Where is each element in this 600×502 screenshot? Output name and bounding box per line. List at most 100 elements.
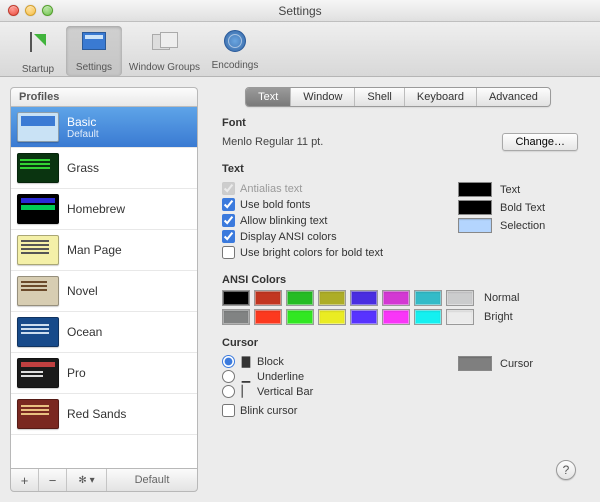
ansi-swatch[interactable] [286,309,314,325]
ansi-swatch[interactable] [382,309,410,325]
cursor-vbar-row[interactable]: ▏ Vertical Bar [222,385,428,398]
ansi-swatch[interactable] [222,309,250,325]
ansi-swatch[interactable] [254,290,282,306]
profile-name: Ocean [67,325,102,339]
profile-name: Basic [67,115,99,129]
ansi-row-label: Bright [484,311,513,323]
ansi-swatch[interactable] [414,290,442,306]
cursor-vbar-label: Vertical Bar [257,386,313,398]
toolbar-label: Encodings [207,60,263,71]
cursor-color-label: Cursor [500,358,533,370]
profile-name: Homebrew [67,202,125,216]
cursor-section: Cursor ▇ Block ▁ Underline ▏ [206,337,590,420]
profile-row[interactable]: Grass [11,148,197,189]
toolbar-item-startup[interactable]: Startup [10,26,66,76]
selection-color-swatch[interactable] [458,218,492,233]
text-heading: Text [222,163,578,175]
cursor-vbar-radio[interactable] [222,385,235,398]
change-font-button[interactable]: Change… [502,133,578,151]
font-heading: Font [222,117,578,129]
ansi-swatch[interactable] [446,309,474,325]
cursor-block-label: Block [257,356,284,368]
tab-bar: TextWindowShellKeyboardAdvanced [206,87,590,107]
default-label[interactable]: Default [107,469,197,491]
bold-text-color-label: Bold Text [500,202,545,214]
profile-row[interactable]: Red Sands [11,394,197,435]
ansi-swatch[interactable] [222,290,250,306]
window-groups-icon [152,32,178,50]
font-section: Font Menlo Regular 11 pt. Change… [206,117,590,151]
ansi-swatch[interactable] [382,290,410,306]
cursor-block-radio[interactable] [222,355,235,368]
blink-cursor-checkbox[interactable] [222,404,235,417]
cursor-block-row[interactable]: ▇ Block [222,355,428,368]
bold-fonts-checkbox-row[interactable]: Use bold fonts [222,198,428,211]
ansi-bright-row: Bright [222,309,578,325]
profile-subtitle: Default [67,129,99,140]
bold-fonts-checkbox[interactable] [222,198,235,211]
ansi-swatch[interactable] [318,290,346,306]
gear-menu-button[interactable]: ✻ ▾ [67,469,107,491]
remove-profile-button[interactable]: − [39,469,67,491]
bright-bold-checkbox[interactable] [222,246,235,259]
sidebar-footer: + − ✻ ▾ Default [10,468,198,492]
ansi-swatch[interactable] [446,290,474,306]
flag-icon [30,34,46,46]
profile-row[interactable]: Man Page [11,230,197,271]
profiles-list[interactable]: BasicDefaultGrassHomebrewMan PageNovelOc… [10,107,198,468]
cursor-color-swatch[interactable] [458,356,492,371]
profile-thumbnail [17,153,59,183]
help-button[interactable]: ? [556,460,576,480]
profile-row[interactable]: Novel [11,271,197,312]
ansi-swatch[interactable] [318,309,346,325]
ansi-swatch[interactable] [350,290,378,306]
selection-color-label: Selection [500,220,545,232]
toolbar-item-settings[interactable]: Settings [66,26,122,76]
profile-name: Man Page [67,243,122,257]
blinking-checkbox[interactable] [222,214,235,227]
bold-text-color-swatch[interactable] [458,200,492,215]
ansi-swatch[interactable] [350,309,378,325]
tab-keyboard[interactable]: Keyboard [405,88,477,106]
settings-content: TextWindowShellKeyboardAdvanced Font Men… [206,87,590,492]
blink-cursor-row[interactable]: Blink cursor [222,404,428,417]
toolbar-item-window-groups[interactable]: Window Groups [122,26,207,76]
toolbar-label: Window Groups [122,62,207,73]
ansi-colors-heading: ANSI Colors [222,274,578,286]
text-color-swatch[interactable] [458,182,492,197]
blinking-checkbox-row[interactable]: Allow blinking text [222,214,428,227]
profile-thumbnail [17,194,59,224]
block-glyph: ▇ [241,355,251,368]
blink-cursor-label: Blink cursor [240,405,297,417]
text-color-label: Text [500,184,520,196]
profile-name: Pro [67,366,86,380]
cursor-underline-row[interactable]: ▁ Underline [222,370,428,383]
profile-name: Novel [67,284,98,298]
toolbar: Startup Settings Window Groups Encodings [0,22,600,77]
profile-row[interactable]: Ocean [11,312,197,353]
ansi-swatch[interactable] [414,309,442,325]
ansi-swatch[interactable] [286,290,314,306]
tab-window[interactable]: Window [291,88,355,106]
ansi-row-label: Normal [484,292,519,304]
add-profile-button[interactable]: + [11,469,39,491]
font-description: Menlo Regular 11 pt. [222,136,323,148]
bright-bold-checkbox-row[interactable]: Use bright colors for bold text [222,246,428,259]
ansi-checkbox[interactable] [222,230,235,243]
ansi-label: Display ANSI colors [240,231,337,243]
titlebar: Settings [0,0,600,22]
cursor-underline-label: Underline [257,371,304,383]
ansi-swatch[interactable] [254,309,282,325]
bright-bold-label: Use bright colors for bold text [240,247,383,259]
ansi-checkbox-row[interactable]: Display ANSI colors [222,230,428,243]
ansi-normal-row: Normal [222,290,578,306]
toolbar-item-encodings[interactable]: Encodings [207,26,263,76]
profile-row[interactable]: Pro [11,353,197,394]
tab-advanced[interactable]: Advanced [477,88,550,106]
profile-thumbnail [17,358,59,388]
profile-row[interactable]: Homebrew [11,189,197,230]
tab-shell[interactable]: Shell [355,88,404,106]
cursor-underline-radio[interactable] [222,370,235,383]
tab-text[interactable]: Text [246,88,291,106]
profile-row[interactable]: BasicDefault [11,107,197,148]
